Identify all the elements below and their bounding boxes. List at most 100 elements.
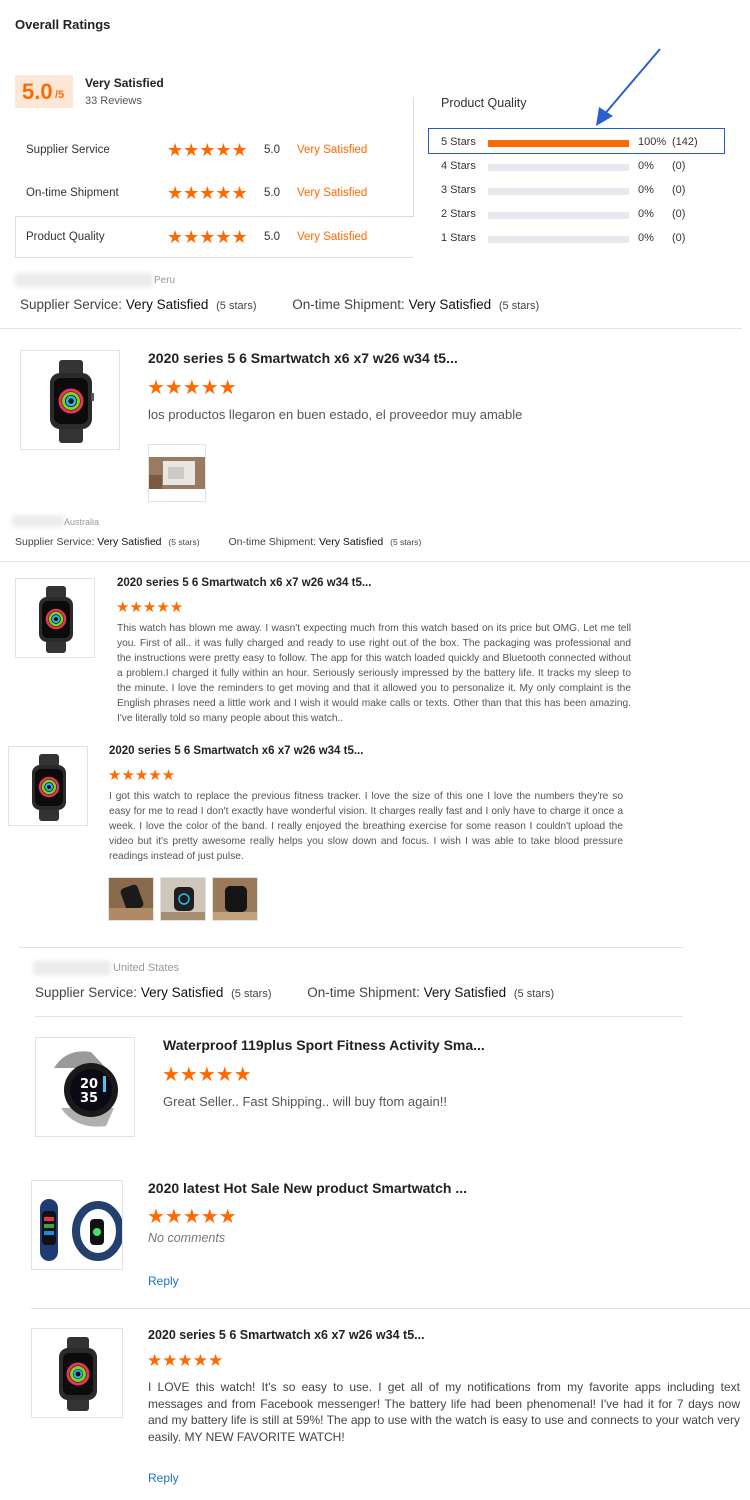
watch-face-minute: 35 — [80, 1091, 98, 1106]
annotation-arrow-icon — [596, 48, 661, 126]
quality-row-1[interactable]: 1 Stars 0% (0) — [441, 232, 731, 246]
quality-row-percent: 100% — [638, 136, 667, 148]
criteria-score: 5.0 — [264, 231, 280, 243]
smartwatch-icon — [32, 754, 66, 821]
buyer-name-redacted — [15, 273, 153, 287]
overall-score-suffix: /5 — [55, 89, 65, 101]
quality-row-4[interactable]: 4 Stars 0% (0) — [441, 160, 731, 174]
product-quality-heading: Product Quality — [441, 96, 527, 110]
section-divider — [18, 947, 683, 948]
review-photo[interactable] — [212, 877, 258, 921]
criteria-table: Supplier Service ★★★★★ 5.0 Very Satisfie… — [15, 130, 413, 258]
shipment-stars: (5 stars) — [498, 300, 540, 312]
review-stars: ★★★★★ — [108, 767, 176, 784]
product-thumbnail[interactable] — [20, 350, 120, 450]
quality-row-label: 2 Stars — [441, 208, 476, 220]
quality-bar — [488, 212, 629, 219]
review-text: This watch has blown me away. I wasn't e… — [117, 623, 631, 724]
quality-row-percent: 0% — [638, 184, 654, 196]
quality-bar — [488, 140, 629, 147]
overall-review-count: 33 Reviews — [85, 95, 142, 107]
review-product-title[interactable]: 2020 series 5 6 Smartwatch x6 x7 w26 w34… — [148, 350, 458, 366]
watch-face-hour: 20 — [80, 1077, 98, 1092]
section-divider — [0, 328, 742, 329]
product-thumbnail[interactable] — [15, 578, 95, 658]
quality-row-percent: 0% — [638, 232, 654, 244]
shipment-label: On-time Shipment: — [228, 536, 317, 548]
round-fitness-watch-icon: 20 35 — [54, 1051, 118, 1127]
review-text: los productos llegaron en buen estado, e… — [148, 407, 523, 422]
quality-distribution: 5 Stars 100% (142) 4 Stars 0% (0) 3 Star… — [441, 136, 731, 246]
criteria-satisfaction: Very Satisfied — [297, 144, 368, 156]
review-text: Great Seller.. Fast Shipping.. will buy … — [163, 1094, 447, 1109]
review-product-title[interactable]: 2020 series 5 6 Smartwatch x6 x7 w26 w34… — [148, 1328, 425, 1342]
criteria-row-shipment: On-time Shipment ★★★★★ 5.0 Very Satisfie… — [15, 173, 413, 216]
reply-link[interactable]: Reply — [148, 1471, 179, 1485]
quality-row-2[interactable]: 2 Stars 0% (0) — [441, 208, 731, 222]
review-text: I got this watch to replace the previous… — [109, 791, 623, 862]
shipment-stars: (5 stars) — [390, 537, 422, 547]
quality-row-count: (0) — [672, 184, 686, 196]
criteria-row-supplier: Supplier Service ★★★★★ 5.0 Very Satisfie… — [15, 130, 413, 173]
quality-bar — [488, 164, 629, 171]
review-photo[interactable] — [160, 877, 206, 921]
criteria-stars: ★★★★★ — [167, 140, 248, 160]
quality-row-label: 1 Stars — [441, 232, 476, 244]
quality-row-count: (0) — [672, 160, 686, 172]
overall-score: 5.0 — [22, 79, 53, 104]
buyer-country: Peru — [154, 275, 176, 286]
review-product-title[interactable]: 2020 series 5 6 Smartwatch x6 x7 w26 w34… — [109, 745, 363, 757]
buyer-country: Australia — [64, 517, 100, 527]
criteria-satisfaction: Very Satisfied — [297, 187, 368, 199]
quality-row-5[interactable]: 5 Stars 100% (142) — [441, 136, 731, 150]
shipment-label: On-time Shipment: — [292, 297, 405, 312]
review-product-title[interactable]: 2020 latest Hot Sale New product Smartwa… — [148, 1180, 467, 1196]
quality-row-3[interactable]: 3 Stars 0% (0) — [441, 184, 731, 198]
supplier-service-value: Very Satisfied — [97, 536, 162, 548]
shipment-stars: (5 stars) — [513, 988, 555, 1000]
smartwatch-icon — [50, 360, 94, 443]
reply-link[interactable]: Reply — [148, 1274, 179, 1288]
criteria-label: On-time Shipment — [26, 187, 119, 199]
review-product-title[interactable]: Waterproof 119plus Sport Fitness Activit… — [163, 1037, 485, 1053]
quality-row-count: (0) — [672, 208, 686, 220]
quality-row-percent: 0% — [638, 208, 654, 220]
product-thumbnail[interactable] — [31, 1180, 123, 1270]
package-photo-icon — [149, 457, 205, 489]
product-thumbnail[interactable]: 20 35 — [35, 1037, 135, 1137]
criteria-score: 5.0 — [264, 144, 280, 156]
supplier-service-label: Supplier Service: — [15, 536, 95, 548]
quality-bar — [488, 188, 629, 195]
review-photo[interactable] — [108, 877, 154, 921]
product-thumbnail[interactable] — [8, 746, 88, 826]
criteria-score: 5.0 — [264, 187, 280, 199]
supplier-service-label: Supplier Service: — [20, 297, 123, 312]
quality-row-label: 4 Stars — [441, 160, 476, 172]
review-photo[interactable] — [148, 444, 206, 502]
review-product-title[interactable]: 2020 series 5 6 Smartwatch x6 x7 w26 w34… — [117, 577, 371, 589]
buyer-country: United States — [113, 962, 180, 974]
quality-row-label: 3 Stars — [441, 184, 476, 196]
product-thumbnail[interactable] — [31, 1328, 123, 1418]
overall-satisfaction: Very Satisfied — [85, 76, 164, 90]
criteria-stars: ★★★★★ — [167, 183, 248, 203]
criteria-row-quality[interactable]: Product Quality ★★★★★ 5.0 Very Satisfied — [15, 216, 413, 258]
quality-bar — [488, 236, 629, 243]
section-divider — [35, 1016, 683, 1017]
supplier-service-stars: (5 stars) — [231, 988, 272, 1000]
supplier-service-stars: (5 stars) — [168, 537, 200, 547]
section-divider — [31, 1308, 750, 1309]
buyer-name-redacted — [12, 515, 64, 527]
supplier-service-value: Very Satisfied — [125, 297, 209, 312]
review-stars: ★★★★★ — [147, 377, 237, 399]
criteria-stars: ★★★★★ — [167, 227, 248, 247]
criteria-vertical-divider — [413, 97, 414, 217]
section-divider — [0, 561, 750, 562]
overall-ratings-heading: Overall Ratings — [15, 17, 111, 32]
quality-bar-fill — [488, 140, 629, 147]
quality-row-percent: 0% — [638, 160, 654, 172]
quality-row-label: 5 Stars — [441, 136, 476, 148]
review-stars: ★★★★★ — [162, 1064, 252, 1086]
criteria-label: Product Quality — [26, 231, 105, 243]
supplier-service-label: Supplier Service: — [35, 985, 138, 1000]
